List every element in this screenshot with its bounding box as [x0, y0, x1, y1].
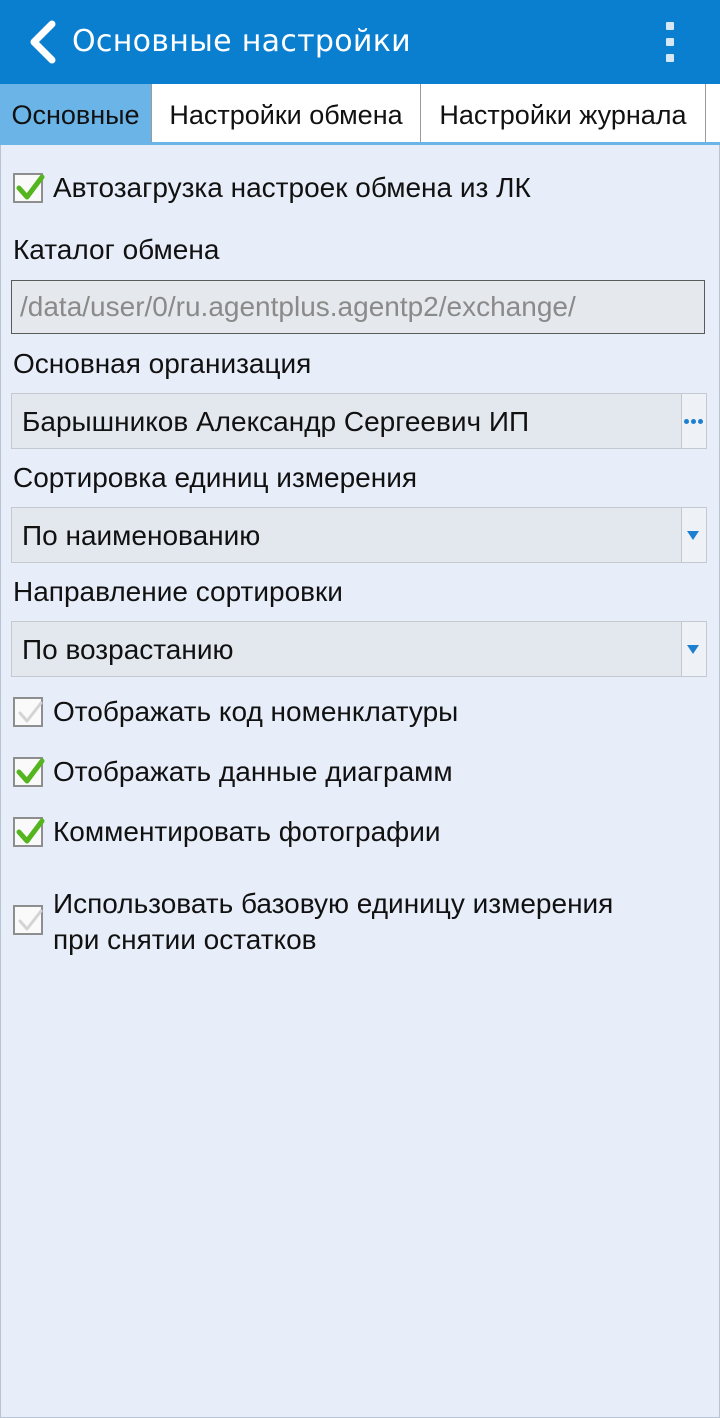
exchange-dir-field: /data/user/0/ru.agentplus.agentp2/exchan… — [11, 280, 705, 334]
check-icon — [16, 818, 45, 844]
settings-panel: Автозагрузка настроек обмена из ЛК Катал… — [0, 145, 720, 1418]
more-vertical-icon[interactable] — [660, 20, 680, 64]
check-icon — [16, 174, 45, 200]
comment-photos-label[interactable]: Комментировать фотографии — [53, 814, 441, 850]
tab-bar: Основные Настройки обмена Настройки журн… — [0, 84, 720, 145]
base-unit-label-line2[interactable]: при снятии остатков — [53, 922, 317, 958]
unit-sort-label: Сортировка единиц измерения — [13, 462, 418, 493]
exchange-dir-label: Каталог обмена — [13, 234, 220, 265]
check-faint-icon — [18, 701, 43, 723]
show-code-checkbox[interactable] — [13, 697, 43, 727]
organization-value: Барышников Александр Сергеевич ИП — [22, 406, 530, 437]
tab-main[interactable]: Основные — [0, 84, 152, 142]
sort-direction-dropdown-button[interactable] — [681, 622, 706, 676]
app-bar: Основные настройки — [0, 0, 720, 84]
tab-exchange-settings[interactable]: Настройки обмена — [152, 84, 421, 142]
check-faint-icon — [18, 909, 43, 931]
base-unit-checkbox[interactable] — [13, 905, 43, 935]
sort-direction-dropdown[interactable]: По возрастанию — [11, 621, 707, 677]
check-icon — [16, 758, 45, 784]
unit-sort-dropdown-button[interactable] — [681, 508, 706, 562]
autoload-label[interactable]: Автозагрузка настроек обмена из ЛК — [53, 170, 531, 206]
sort-direction-value: По возрастанию — [22, 634, 234, 665]
show-charts-label[interactable]: Отображать данные диаграмм — [53, 754, 453, 790]
show-code-label[interactable]: Отображать код номенклатуры — [53, 694, 458, 730]
comment-photos-checkbox[interactable] — [13, 817, 45, 847]
back-arrow-icon[interactable] — [26, 20, 60, 64]
unit-sort-dropdown[interactable]: По наименованию — [11, 507, 707, 563]
organization-selector[interactable]: Барышников Александр Сергеевич ИП — [11, 393, 707, 449]
caret-down-icon — [687, 531, 699, 540]
unit-sort-value: По наименованию — [22, 520, 261, 551]
caret-down-icon — [687, 645, 699, 654]
page-title: Основные настройки — [72, 24, 411, 59]
show-charts-checkbox[interactable] — [13, 757, 45, 787]
exchange-dir-value: /data/user/0/ru.agentplus.agentp2/exchan… — [20, 291, 576, 322]
base-unit-label-line1[interactable]: Использовать базовую единицу измерения — [53, 886, 613, 922]
tab-journal-settings[interactable]: Настройки журнала — [421, 84, 706, 142]
organization-label: Основная организация — [13, 348, 312, 379]
autoload-checkbox[interactable] — [13, 173, 45, 203]
organization-picker-button[interactable] — [681, 394, 706, 448]
sort-direction-label: Направление сортировки — [13, 576, 343, 607]
